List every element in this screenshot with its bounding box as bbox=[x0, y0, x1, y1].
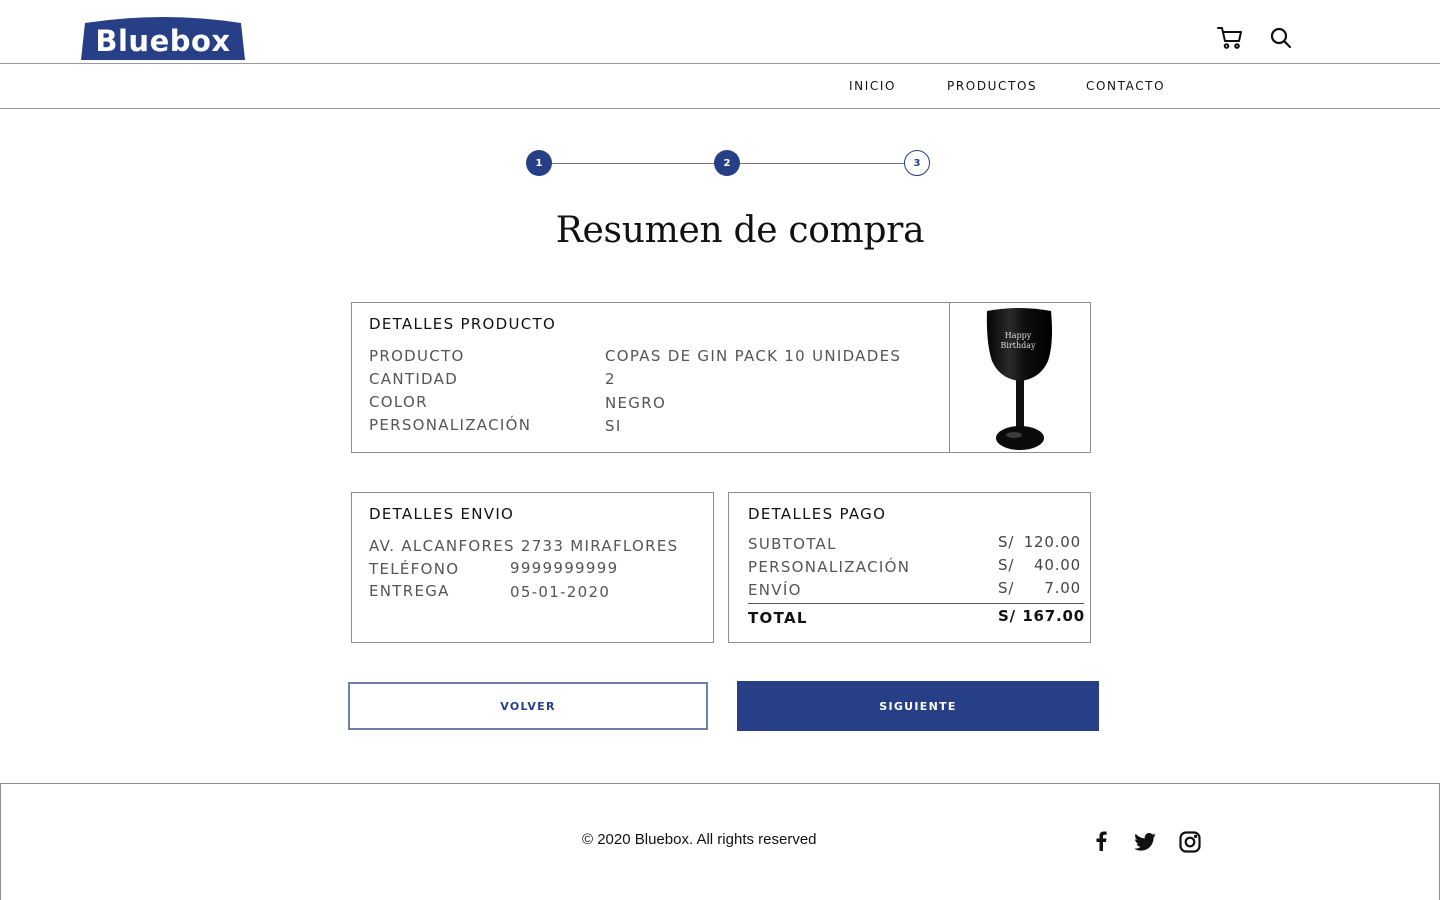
product-details-title: DETALLES PRODUCTO bbox=[369, 315, 557, 333]
page-title: Resumen de compra bbox=[555, 210, 925, 251]
back-button[interactable]: VOLVER bbox=[348, 682, 708, 730]
logo-text: Bluebox bbox=[95, 23, 231, 58]
phone-value: 9999999999 bbox=[510, 559, 619, 577]
product-details-card: DETALLES PRODUCTO PRODUCTO COPAS DE GIN … bbox=[351, 302, 950, 453]
subtotal-amount: 120.00 bbox=[1023, 533, 1081, 551]
quantity-value: 2 bbox=[605, 370, 616, 388]
payment-details-card: DETALLES PAGO SUBTOTAL S/ 120.00 PERSONA… bbox=[728, 492, 1091, 643]
next-button[interactable]: SIGUIENTE bbox=[737, 681, 1099, 731]
site-footer: © 2020 Bluebox. All rights reserved bbox=[0, 783, 1440, 900]
currency-symbol: S/ bbox=[998, 607, 1016, 625]
copyright-text: © 2020 Bluebox. All rights reserved bbox=[582, 831, 817, 848]
shipping-details-card: DETALLES ENVIO AV. ALCANFORES 2733 MIRAF… bbox=[351, 492, 714, 643]
image-text-line: Happy bbox=[1005, 331, 1032, 340]
shipping-fee-label: ENVÍO bbox=[748, 581, 802, 599]
product-value: COPAS DE GIN PACK 10 UNIDADES bbox=[605, 347, 902, 365]
stepper-line bbox=[551, 163, 715, 164]
nav-productos[interactable]: PRODUCTOS bbox=[947, 79, 1037, 93]
personalization-fee-label: PERSONALIZACIÓN bbox=[748, 558, 911, 576]
total-divider bbox=[748, 603, 1084, 604]
delivery-label: ENTREGA bbox=[369, 582, 450, 600]
shipping-details-title: DETALLES ENVIO bbox=[369, 505, 515, 523]
step-2: 2 bbox=[714, 150, 740, 176]
personalization-label: PERSONALIZACIÓN bbox=[369, 416, 532, 434]
main-nav: INICIO PRODUCTOS CONTACTO bbox=[0, 64, 1440, 109]
step-1: 1 bbox=[526, 150, 552, 176]
cart-icon[interactable] bbox=[1217, 26, 1243, 50]
currency-symbol: S/ bbox=[998, 533, 1015, 551]
currency-symbol: S/ bbox=[998, 579, 1015, 597]
subtotal-label: SUBTOTAL bbox=[748, 535, 837, 553]
shipping-fee-amount: 7.00 bbox=[1044, 579, 1081, 597]
delivery-value: 05-01-2020 bbox=[510, 583, 611, 601]
instagram-icon[interactable] bbox=[1179, 831, 1201, 853]
product-label: PRODUCTO bbox=[369, 347, 465, 365]
personalization-value: SI bbox=[605, 417, 622, 435]
nav-contacto[interactable]: CONTACTO bbox=[1086, 79, 1165, 93]
bluebox-logo[interactable]: Bluebox bbox=[81, 15, 245, 60]
total-amount: 167.00 bbox=[1022, 607, 1085, 625]
phone-label: TELÉFONO bbox=[369, 560, 460, 578]
currency-symbol: S/ bbox=[998, 556, 1015, 574]
personalization-fee-amount: 40.00 bbox=[1034, 556, 1081, 574]
total-label: TOTAL bbox=[748, 609, 808, 627]
quantity-label: CANTIDAD bbox=[369, 370, 459, 388]
image-text-line: Birthday bbox=[1000, 341, 1036, 350]
product-image: Happy Birthday bbox=[949, 302, 1091, 453]
color-value: NEGRO bbox=[605, 394, 667, 412]
payment-details-title: DETALLES PAGO bbox=[748, 505, 887, 523]
site-header: Bluebox bbox=[0, 0, 1440, 64]
color-label: COLOR bbox=[369, 393, 428, 411]
stepper-line bbox=[740, 163, 905, 164]
facebook-icon[interactable] bbox=[1095, 831, 1107, 851]
shipping-address: AV. ALCANFORES 2733 MIRAFLORES bbox=[369, 537, 679, 555]
twitter-icon[interactable] bbox=[1134, 833, 1156, 851]
step-3: 3 bbox=[904, 150, 930, 176]
search-icon[interactable] bbox=[1270, 27, 1292, 49]
nav-inicio[interactable]: INICIO bbox=[849, 79, 896, 93]
